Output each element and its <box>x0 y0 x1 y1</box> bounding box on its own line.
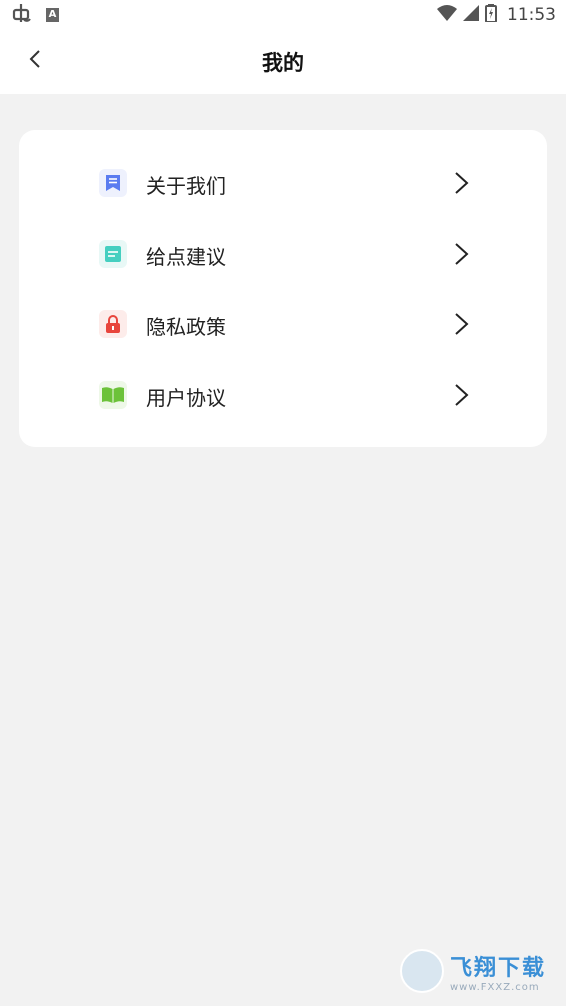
watermark: 飞翔下载 www.FXXZ.com <box>400 947 556 995</box>
menu-card: 关于我们 给点建议 隐私政策 用户协议 <box>19 130 547 447</box>
status-left: A <box>10 3 59 27</box>
top-app-bar: 我的 <box>0 30 566 94</box>
wifi-icon <box>437 5 457 25</box>
menu-item-feedback[interactable]: 给点建议 <box>19 224 547 284</box>
lock-icon <box>99 310 127 338</box>
chevron-right-icon <box>452 171 472 195</box>
note-icon <box>99 240 127 268</box>
watermark-text: 飞翔下载 www.FXXZ.com <box>450 950 546 993</box>
signal-icon <box>463 5 479 25</box>
bookmark-doc-icon <box>99 169 127 197</box>
status-bar: A 11:53 <box>0 0 566 30</box>
menu-item-user-agreement[interactable]: 用户协议 <box>19 365 547 425</box>
watermark-sub-text: www.FXXZ.com <box>450 981 540 993</box>
status-right: 11:53 <box>437 4 556 26</box>
menu-item-privacy-policy[interactable]: 隐私政策 <box>19 294 547 354</box>
menu-item-label: 用户协议 <box>146 386 226 410</box>
menu-item-label: 给点建议 <box>146 245 226 269</box>
watermark-main-text: 飞翔下载 <box>450 955 547 981</box>
menu-item-label: 关于我们 <box>146 174 226 198</box>
battery-icon <box>485 4 497 26</box>
menu-item-label: 隐私政策 <box>146 315 226 339</box>
bug-icon <box>10 3 32 27</box>
page-title: 我的 <box>262 51 304 75</box>
open-book-icon <box>99 381 127 409</box>
status-time: 11:53 <box>507 5 556 25</box>
chevron-right-icon <box>452 242 472 266</box>
watermark-logo-icon <box>400 949 444 993</box>
chevron-right-icon <box>452 312 472 336</box>
notification-a-icon: A <box>46 8 59 22</box>
menu-item-about-us[interactable]: 关于我们 <box>19 153 547 213</box>
chevron-right-icon <box>452 383 472 407</box>
